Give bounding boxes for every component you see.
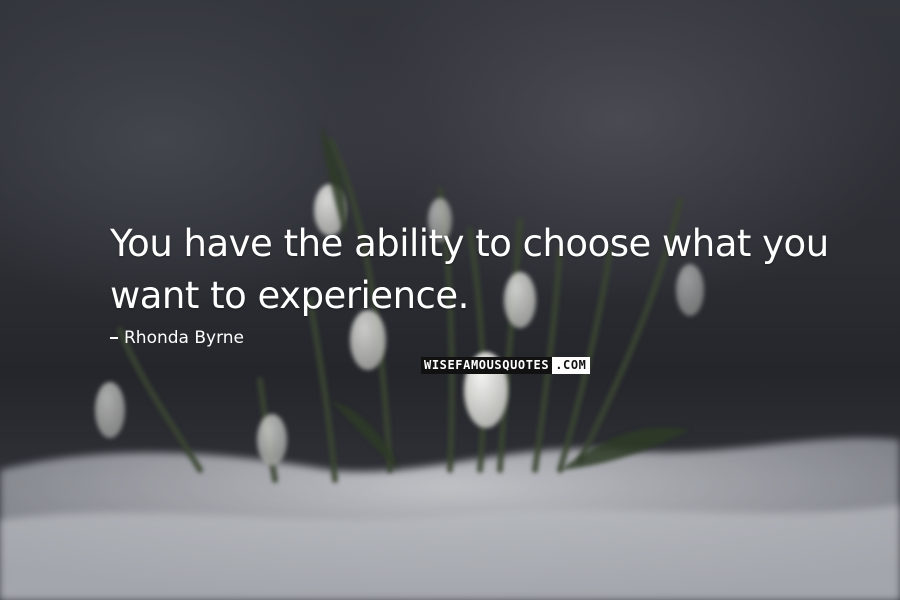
author-name: Rhonda Byrne (124, 328, 245, 348)
quote-line-1: You have the ability to choose what you (110, 222, 829, 265)
quote-line-2: want to experience. (110, 274, 469, 317)
quote-text: You have the ability to choose what you … (110, 218, 830, 322)
author-attribution: Rhonda Byrne (110, 327, 244, 349)
watermark-light-part: .COM (552, 357, 590, 374)
quote-card: You have the ability to choose what you … (0, 0, 900, 600)
watermark-dark-part: WISEFAMOUSQUOTES (421, 357, 553, 374)
dash-icon (110, 337, 118, 339)
watermark-logo: WISEFAMOUSQUOTES .COM (421, 357, 590, 374)
